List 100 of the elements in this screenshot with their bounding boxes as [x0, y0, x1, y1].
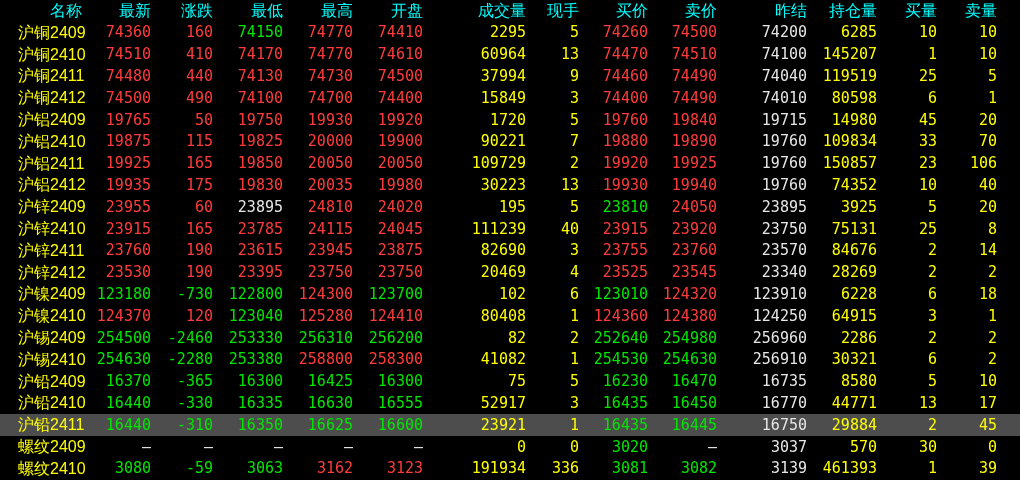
table-cell: 125280: [298, 306, 353, 325]
table-cell: 74360: [105, 23, 151, 42]
table-cell: 45: [918, 110, 937, 129]
table-cell: 16440: [105, 393, 151, 412]
column-header[interactable]: 最高: [321, 2, 353, 19]
table-cell: 3020: [611, 437, 648, 456]
table-cell: 19825: [237, 132, 283, 151]
table-cell: 6: [927, 88, 937, 107]
table-cell: 74500: [377, 67, 423, 85]
table-cell: 3037: [770, 437, 807, 456]
table-cell: 254530: [593, 350, 648, 369]
table-cell: 74510: [105, 45, 151, 64]
table-cell: 23340: [761, 263, 807, 282]
table-cell: 74500: [671, 23, 717, 42]
column-header[interactable]: 名称: [50, 2, 82, 19]
table-cell: 195: [498, 197, 526, 216]
table-cell: 74170: [237, 45, 283, 64]
column-header[interactable]: 卖量: [965, 2, 997, 19]
table-cell: 16600: [377, 415, 423, 434]
contract-name: 沪铜2409: [18, 23, 86, 41]
table-cell: 3: [927, 306, 937, 325]
table-cell: 74700: [307, 88, 353, 107]
table-cell: 74130: [237, 67, 283, 85]
contract-name: 沪铝2411: [18, 154, 85, 172]
table-cell: 20035: [307, 175, 353, 194]
table-cell: 3: [569, 88, 579, 107]
table-cell: 160: [185, 23, 213, 42]
table-cell: 16750: [761, 415, 807, 434]
table-cell: 256200: [368, 328, 423, 347]
table-cell: 124300: [298, 284, 353, 303]
table-cell: —: [203, 437, 213, 456]
column-header[interactable]: 涨跌: [181, 2, 213, 19]
table-cell: 1: [987, 88, 997, 107]
table-cell: 74730: [307, 67, 353, 85]
table-cell: 74400: [602, 88, 648, 107]
table-cell: 19920: [377, 110, 423, 129]
table-cell: 23785: [237, 219, 283, 238]
table-cell: 19900: [377, 132, 423, 151]
contract-name: 沪锡2410: [18, 350, 86, 368]
contract-name: 沪锌2410: [18, 220, 86, 238]
column-header[interactable]: 最低: [251, 2, 283, 19]
column-header[interactable]: 昨结: [775, 2, 807, 19]
table-cell: 23760: [105, 241, 151, 260]
table-cell: 20050: [307, 154, 353, 173]
table-cell: 74100: [237, 88, 283, 107]
table-cell: 3925: [840, 197, 877, 216]
column-header[interactable]: 成交量: [478, 2, 526, 19]
table-cell: 6285: [840, 23, 877, 42]
table-cell: 84676: [831, 241, 877, 260]
table-cell: 254630: [662, 350, 717, 369]
table-cell: -310: [176, 415, 213, 434]
table-cell: 252640: [593, 328, 648, 347]
column-header[interactable]: 卖价: [685, 2, 717, 19]
table-cell: 3: [569, 393, 579, 412]
table-cell: 80408: [480, 306, 526, 325]
table-cell: 190: [185, 241, 213, 260]
table-cell: 13: [918, 393, 937, 412]
column-header[interactable]: 最新: [119, 2, 151, 19]
table-cell: 10: [978, 372, 997, 391]
column-header[interactable]: 现手: [547, 2, 579, 19]
table-cell: -59: [185, 459, 213, 478]
table-cell: 5: [569, 197, 579, 216]
contract-name: 沪铜2410: [18, 45, 86, 63]
table-cell: 25: [918, 67, 937, 85]
table-cell: 20: [978, 197, 997, 216]
table-cell: 40: [560, 219, 579, 238]
table-cell: 19890: [671, 132, 717, 151]
table-cell: 60964: [480, 45, 526, 64]
contract-name: 沪铝2412: [18, 176, 86, 194]
table-cell: 75131: [831, 219, 877, 238]
contract-name: 螺纹2409: [18, 438, 86, 456]
selected-row[interactable]: 沪铅2411 16440 -310 16350 16625 16600 23921 1 16435 16445 16750 29884 2 45: [0, 414, 1020, 437]
column-header[interactable]: 买价: [616, 2, 648, 19]
table-cell: -2460: [167, 328, 213, 347]
table-cell: 70: [978, 132, 997, 151]
table-cell: 6: [927, 284, 937, 303]
table-cell: —: [707, 437, 717, 456]
table-cell: —: [343, 437, 353, 456]
table-cell: 20: [978, 110, 997, 129]
table-cell: 14980: [831, 110, 877, 129]
table-cell: 5: [987, 67, 997, 85]
table-cell: 124410: [368, 306, 423, 325]
table-cell: 1: [927, 45, 937, 64]
contract-name: 沪锌2409: [18, 198, 86, 216]
table-cell: 33: [918, 132, 937, 151]
table-cell: 124320: [662, 284, 717, 303]
contract-name: 螺纹2410: [18, 459, 86, 477]
column-header[interactable]: 买量: [905, 2, 937, 19]
table-cell: 23615: [237, 241, 283, 260]
column-header[interactable]: 持仓量: [829, 2, 877, 19]
table-cell: 120: [185, 306, 213, 325]
table-cell: -2280: [167, 350, 213, 369]
table-cell: 123910: [752, 284, 807, 303]
table-cell: 40: [978, 175, 997, 194]
table-cell: 9: [569, 67, 579, 85]
table-cell: 123180: [96, 284, 151, 303]
contract-name: 沪铜2412: [18, 89, 86, 107]
table-cell: 37994: [480, 67, 526, 85]
table-cell: 124370: [96, 306, 151, 325]
column-header[interactable]: 开盘: [391, 2, 423, 19]
